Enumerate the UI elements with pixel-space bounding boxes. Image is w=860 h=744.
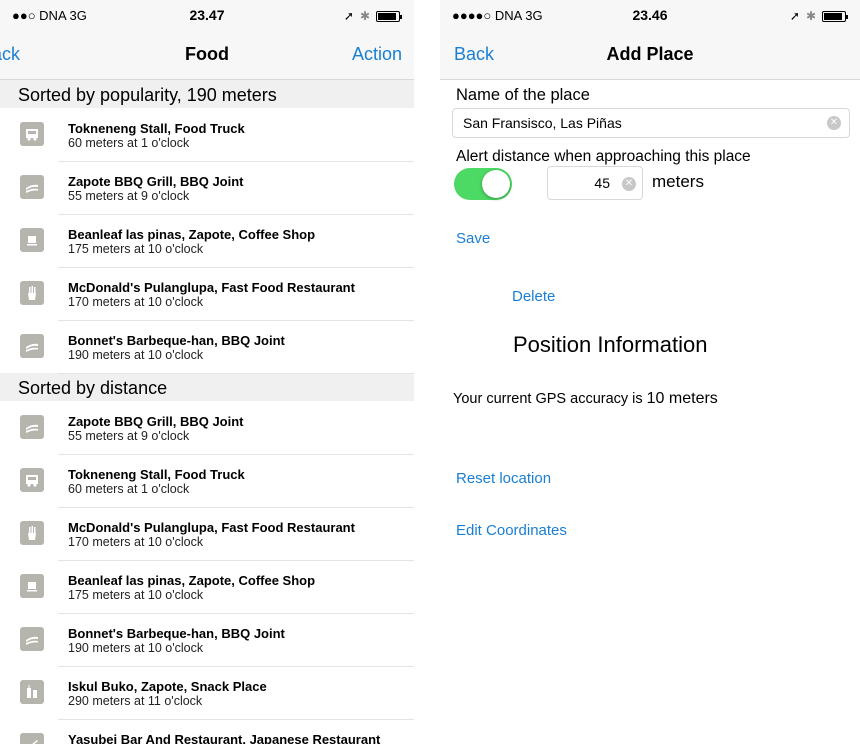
place-distance: 170 meters at 10 o'clock: [68, 535, 204, 549]
fries-icon: [20, 281, 44, 305]
list-item[interactable]: Bonnet's Barbeque-han, BBQ Joint 190 mete…: [0, 613, 414, 667]
place-name: Iskul Buko, Zapote, Snack Place: [68, 679, 267, 694]
delete-button[interactable]: Delete: [512, 288, 555, 305]
place-name: Tokneneng Stall, Food Truck: [68, 467, 245, 482]
place-name: McDonald's Pulanglupa, Fast Food Restaur…: [68, 520, 355, 535]
toggle-knob: [482, 170, 510, 198]
place-name: Zapote BBQ Grill, BBQ Joint: [68, 174, 244, 189]
list-item[interactable]: Iskul Buko, Zapote, Snack Place 290 meter…: [0, 666, 414, 720]
reset-location-button[interactable]: Reset location: [456, 470, 551, 487]
screen-gap: [414, 0, 440, 744]
location-arrow-icon: ➚: [343, 9, 354, 23]
list-item[interactable]: Beanleaf las pinas, Zapote, Coffee Shop 1…: [0, 214, 414, 268]
clear-icon[interactable]: ✕: [827, 116, 841, 130]
place-distance: 60 meters at 1 o'clock: [68, 482, 190, 496]
alert-unit-label: meters: [652, 172, 704, 191]
place-distance: 190 meters at 10 o'clock: [68, 641, 204, 655]
place-distance: 190 meters at 10 o'clock: [68, 348, 204, 362]
list-item[interactable]: Zapote BBQ Grill, BBQ Joint 55 meters at …: [0, 401, 414, 455]
place-distance: 55 meters at 9 o'clock: [68, 429, 190, 443]
place-name-label: Name of the place: [456, 86, 590, 104]
save-button[interactable]: Save: [456, 230, 490, 247]
list-item[interactable]: Yasubei Bar And Restaurant, Japanese Res…: [0, 719, 414, 744]
gps-accuracy-value: 10 meters: [646, 390, 718, 407]
alert-distance-field[interactable]: ✕: [547, 166, 643, 200]
list-item[interactable]: Zapote BBQ Grill, BBQ Joint 55 meters at …: [0, 161, 414, 215]
battery-icon: [376, 10, 402, 22]
place-name: McDonald's Pulanglupa, Fast Food Restaur…: [68, 280, 355, 295]
row-divider: [58, 373, 414, 374]
place-name: Bonnet's Barbeque-han, BBQ Joint: [68, 626, 285, 641]
gps-accuracy-text: Your current GPS accuracy is: [453, 391, 643, 407]
list-item[interactable]: McDonald's Pulanglupa, Fast Food Restaur…: [0, 507, 414, 561]
place-name: Bonnet's Barbeque-han, BBQ Joint: [68, 333, 285, 348]
status-bar: ●●○ DNA 3G 23.47 ➚ ✱: [0, 0, 414, 30]
edit-coordinates-button[interactable]: Edit Coordinates: [456, 522, 567, 539]
place-name-input[interactable]: [453, 109, 813, 137]
nav-bar: Back Add Place: [440, 30, 860, 80]
place-list: Sorted by popularity, 190 meters Toknenen…: [0, 80, 414, 744]
bbq-icon: [20, 175, 44, 199]
place-name: Tokneneng Stall, Food Truck: [68, 121, 245, 136]
sushi-icon: [20, 733, 44, 744]
place-distance: 60 meters at 1 o'clock: [68, 136, 190, 150]
bluetooth-icon: ✱: [805, 9, 816, 23]
bluetooth-icon: ✱: [359, 9, 370, 23]
alert-distance-input[interactable]: [548, 167, 618, 199]
place-name: Beanleaf las pinas, Zapote, Coffee Shop: [68, 573, 316, 588]
fries-icon: [20, 521, 44, 545]
section-header: Sorted by distance: [0, 373, 414, 401]
place-name: Zapote BBQ Grill, BBQ Joint: [68, 414, 244, 429]
place-distance: 175 meters at 10 o'clock: [68, 242, 204, 256]
coffee-icon: [20, 574, 44, 598]
place-distance: 170 meters at 10 o'clock: [68, 295, 204, 309]
status-icons: ➚ ✱: [789, 9, 848, 23]
page-title: Add Place: [606, 44, 694, 64]
food-list-screen: ●●○ DNA 3G 23.47 ➚ ✱ ack Food Action Sor…: [0, 0, 414, 744]
place-distance: 55 meters at 9 o'clock: [68, 189, 190, 203]
place-distance: 175 meters at 10 o'clock: [68, 588, 204, 602]
alert-distance-label: Alert distance when approaching this pla…: [456, 148, 751, 165]
list-item[interactable]: Beanleaf las pinas, Zapote, Coffee Shop 1…: [0, 560, 414, 614]
food-truck-icon: [20, 468, 44, 492]
coffee-icon: [20, 228, 44, 252]
bbq-icon: [20, 334, 44, 358]
place-name-field[interactable]: ✕: [452, 108, 850, 138]
alert-toggle[interactable]: [454, 168, 512, 200]
section-header: Sorted by popularity, 190 meters: [0, 80, 414, 108]
gps-accuracy: Your current GPS accuracy is 10 meters: [453, 390, 718, 408]
nav-bar: ack Food Action: [0, 30, 414, 80]
location-arrow-icon: ➚: [789, 9, 800, 23]
place-name: Beanleaf las pinas, Zapote, Coffee Shop: [68, 227, 316, 242]
clear-icon[interactable]: ✕: [622, 177, 636, 191]
battery-icon: [822, 10, 848, 22]
status-bar: ●●●●○ DNA 3G 23.46 ➚ ✱: [440, 0, 860, 30]
bbq-icon: [20, 415, 44, 439]
food-truck-icon: [20, 122, 44, 146]
list-item[interactable]: Tokneneng Stall, Food Truck 60 meters at …: [0, 454, 414, 508]
bbq-icon: [20, 627, 44, 651]
status-icons: ➚ ✱: [343, 9, 402, 23]
list-item[interactable]: Bonnet's Barbeque-han, BBQ Joint 190 mete…: [0, 320, 414, 374]
place-name: Yasubei Bar And Restaurant, Japanese Res…: [68, 732, 381, 744]
action-button[interactable]: Action: [352, 44, 402, 65]
list-item[interactable]: McDonald's Pulanglupa, Fast Food Restaur…: [0, 267, 414, 321]
place-distance: 290 meters at 11 o'clock: [68, 694, 203, 708]
position-info-heading: Position Information: [513, 332, 708, 357]
list-item[interactable]: Tokneneng Stall, Food Truck 60 meters at …: [0, 108, 414, 162]
snack-icon: [20, 680, 44, 704]
